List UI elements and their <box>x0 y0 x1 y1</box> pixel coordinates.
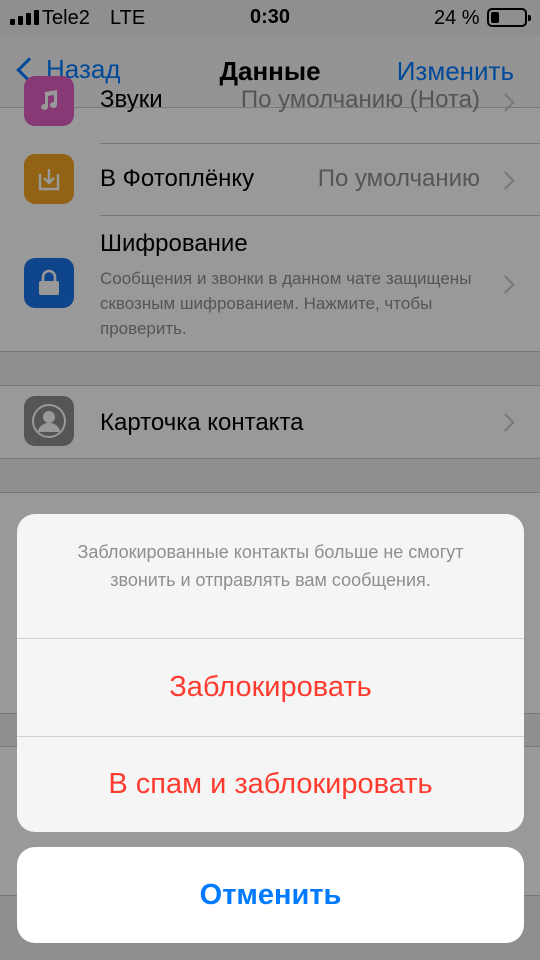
block-action-sheet: Заблокированные контакты больше не смогу… <box>17 514 524 832</box>
cancel-button[interactable]: Отменить <box>17 847 524 943</box>
block-button[interactable]: Заблокировать <box>17 639 524 736</box>
report-and-block-button[interactable]: В спам и заблокировать <box>17 737 524 832</box>
action-sheet-message: Заблокированные контакты больше не смогу… <box>77 542 464 590</box>
